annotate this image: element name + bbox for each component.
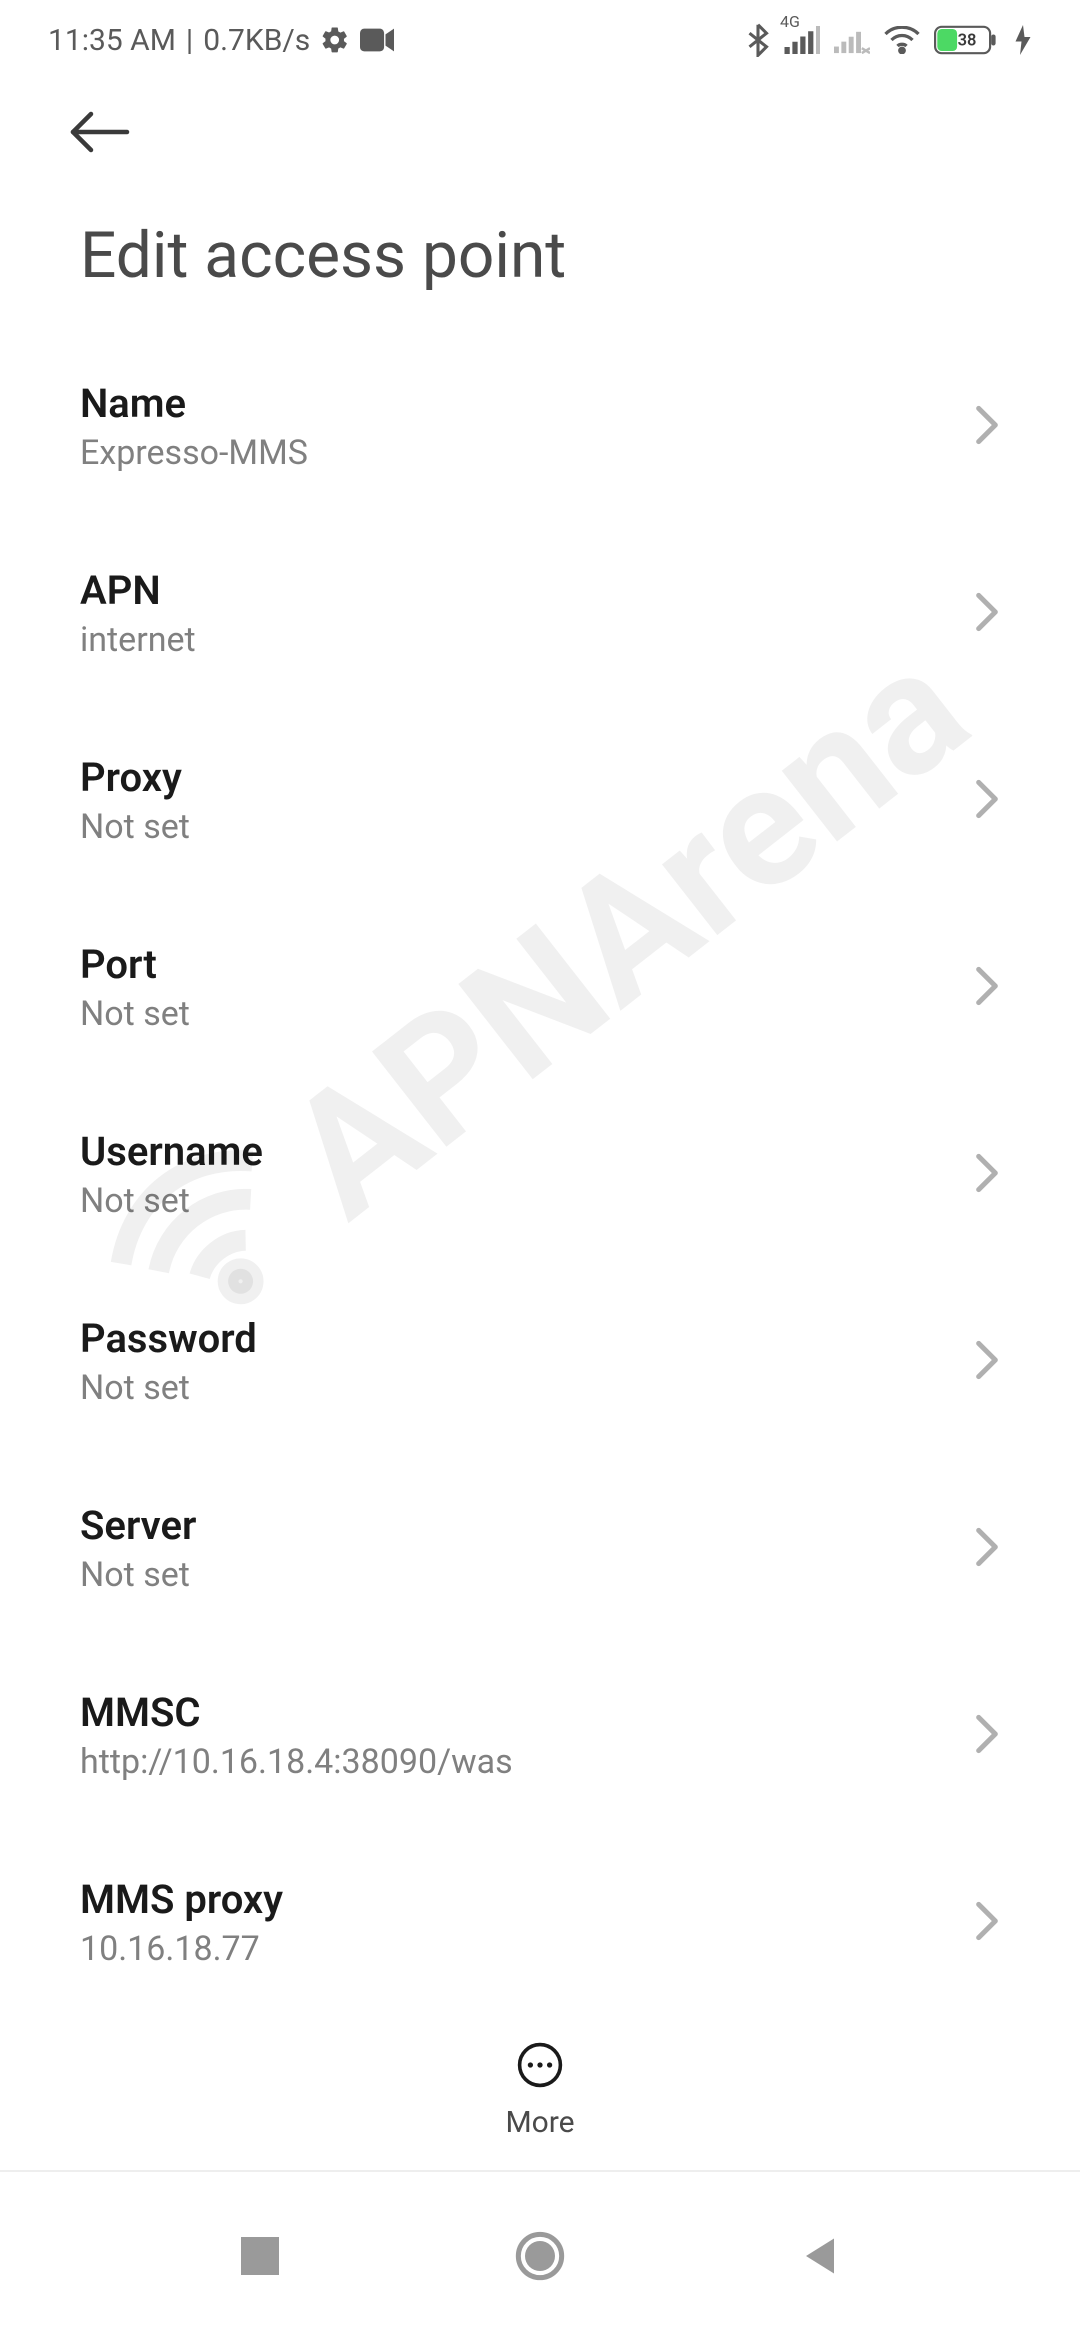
- chevron-right-icon: [974, 1527, 1000, 1571]
- more-label[interactable]: More: [505, 2105, 574, 2140]
- more-icon[interactable]: [516, 2041, 564, 2093]
- setting-value: internet: [80, 620, 196, 660]
- setting-value: Not set: [80, 1368, 257, 1408]
- setting-text: Name Expresso-MMS: [80, 380, 308, 473]
- setting-text: APN internet: [80, 567, 196, 660]
- setting-label: APN: [80, 567, 196, 614]
- setting-text: MMS proxy 10.16.18.77: [80, 1876, 283, 1969]
- page-title: Edit access point: [0, 158, 1080, 333]
- setting-label: MMS proxy: [80, 1876, 283, 1923]
- chevron-right-icon: [974, 1153, 1000, 1197]
- chevron-right-icon: [974, 1714, 1000, 1758]
- chevron-right-icon: [974, 592, 1000, 636]
- setting-text: Server Not set: [80, 1502, 196, 1595]
- setting-text: Username Not set: [80, 1128, 263, 1221]
- setting-text: Port Not set: [80, 941, 190, 1034]
- setting-mmsc[interactable]: MMSC http://10.16.18.4:38090/was: [80, 1642, 1000, 1829]
- bluetooth-icon: [746, 23, 770, 57]
- status-separator: |: [186, 23, 193, 58]
- setting-label: Username: [80, 1128, 263, 1175]
- setting-label: MMSC: [80, 1689, 513, 1736]
- chevron-right-icon: [974, 405, 1000, 449]
- gear-icon: [320, 25, 350, 55]
- more-bar: More: [0, 2011, 1080, 2140]
- setting-proxy[interactable]: Proxy Not set: [80, 707, 1000, 894]
- nav-back-button[interactable]: [790, 2226, 850, 2286]
- setting-label: Password: [80, 1315, 257, 1362]
- setting-label: Server: [80, 1502, 196, 1549]
- nav-recents-button[interactable]: [230, 2226, 290, 2286]
- setting-server[interactable]: Server Not set: [80, 1455, 1000, 1642]
- chevron-right-icon: [974, 966, 1000, 1010]
- setting-text: MMSC http://10.16.18.4:38090/was: [80, 1689, 513, 1782]
- setting-value: Not set: [80, 807, 190, 847]
- back-bar: [0, 80, 1080, 158]
- chevron-right-icon: [974, 1901, 1000, 1945]
- setting-label: Proxy: [80, 754, 190, 801]
- wifi-icon: [884, 26, 920, 54]
- status-bar: 11:35 AM | 0.7KB/s 4G 38: [0, 0, 1080, 80]
- setting-mms-proxy[interactable]: MMS proxy 10.16.18.77: [80, 1829, 1000, 2016]
- nav-bar: [0, 2170, 1080, 2340]
- chevron-right-icon: [974, 779, 1000, 823]
- setting-value: Not set: [80, 1181, 263, 1221]
- setting-username[interactable]: Username Not set: [80, 1081, 1000, 1268]
- setting-text: Password Not set: [80, 1315, 257, 1408]
- setting-apn[interactable]: APN internet: [80, 520, 1000, 707]
- setting-value: Expresso-MMS: [80, 433, 308, 473]
- status-right: 4G 38: [746, 23, 1032, 57]
- setting-text: Proxy Not set: [80, 754, 190, 847]
- battery-icon: 38: [934, 25, 1000, 55]
- nav-home-button[interactable]: [510, 2226, 570, 2286]
- setting-value: Not set: [80, 994, 190, 1034]
- signal-no-sim-icon: [834, 26, 870, 54]
- network-label: 4G: [780, 12, 800, 31]
- setting-label: Port: [80, 941, 190, 988]
- status-speed: 0.7KB/s: [203, 23, 310, 58]
- status-time: 11:35 AM: [48, 23, 176, 58]
- setting-value: http://10.16.18.4:38090/was: [80, 1742, 513, 1782]
- setting-value: Not set: [80, 1555, 196, 1595]
- setting-value: 10.16.18.77: [80, 1929, 283, 1969]
- status-left: 11:35 AM | 0.7KB/s: [48, 23, 394, 58]
- setting-name[interactable]: Name Expresso-MMS: [80, 333, 1000, 520]
- settings-list: Name Expresso-MMS APN internet Proxy Not…: [0, 333, 1080, 2016]
- back-arrow-icon[interactable]: [70, 110, 130, 154]
- signal-4g-icon: 4G: [784, 26, 820, 54]
- camera-icon: [360, 28, 394, 52]
- chevron-right-icon: [974, 1340, 1000, 1384]
- setting-port[interactable]: Port Not set: [80, 894, 1000, 1081]
- setting-password[interactable]: Password Not set: [80, 1268, 1000, 1455]
- battery-percent-text: 38: [958, 32, 977, 51]
- charging-icon: [1014, 25, 1032, 55]
- setting-label: Name: [80, 380, 308, 427]
